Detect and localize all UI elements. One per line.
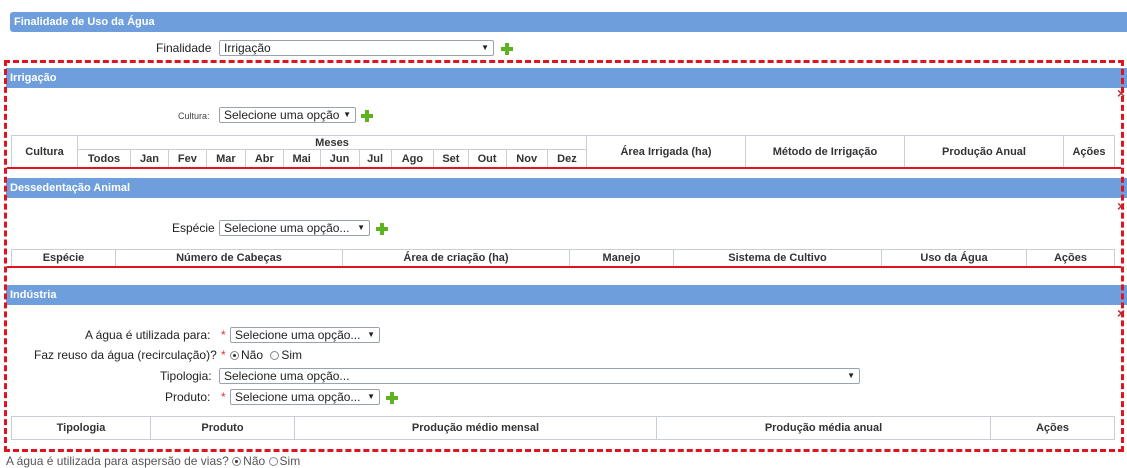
especie-select[interactable]: Selecione uma opção... ▼ <box>219 220 370 236</box>
col-acoes: Ações <box>990 416 1115 440</box>
col-metodo-irrigacao: Método de Irrigação <box>745 135 905 168</box>
required-mark: * <box>221 390 226 404</box>
add-produto-icon[interactable] <box>386 392 398 404</box>
irrigacao-table: Cultura Meses Área Irrigada (ha) Método … <box>11 135 1115 168</box>
produto-select-value: Selecione uma opção... <box>235 390 361 404</box>
industria-table: Tipologia Produto Produção médio mensal … <box>11 416 1115 440</box>
month-header: Out <box>467 149 507 168</box>
col-especie: Espécie <box>11 249 116 267</box>
reuso-sim-label: Sim <box>281 348 303 362</box>
col-meses: Meses <box>77 135 587 150</box>
dessedentacao-table: Espécie Número de Cabeças Área de criaçã… <box>11 249 1115 267</box>
cultura-select-value: Selecione uma opção <box>224 108 340 122</box>
month-header: Fev <box>167 149 207 168</box>
cultura-label: Cultura: <box>178 111 210 121</box>
finalidade-select-value: Irrigação <box>224 41 271 55</box>
reuso-nao-label: Não <box>241 348 264 362</box>
reuso-nao-radio[interactable] <box>230 351 239 360</box>
required-mark: * <box>221 328 226 342</box>
month-header: Dez <box>546 149 588 168</box>
add-cultura-icon[interactable] <box>361 110 373 122</box>
month-header: Set <box>433 149 469 168</box>
col-manejo: Manejo <box>569 249 674 267</box>
month-header: Ago <box>390 149 435 168</box>
reuso-sim-radio[interactable] <box>270 351 280 360</box>
col-producao-anual: Produção média anual <box>656 416 991 440</box>
cultura-select[interactable]: Selecione uma opção ▼ <box>219 107 356 123</box>
add-finalidade-icon[interactable] <box>501 43 513 55</box>
highlight-left-border <box>4 60 7 452</box>
month-header: Todos <box>77 149 131 168</box>
required-mark: * <box>221 348 226 362</box>
col-uso-agua: Uso da Água <box>881 249 1027 267</box>
irrigacao-header: Irrigação <box>6 68 1127 88</box>
highlight-divider <box>7 266 1121 268</box>
agua-utilizada-label: A água é utilizada para: <box>85 328 211 342</box>
month-header: Jan <box>130 149 169 168</box>
aspersao-sim-label: Sim <box>279 454 301 468</box>
col-tipologia: Tipologia <box>11 416 151 440</box>
chevron-down-icon: ▼ <box>481 43 489 52</box>
aspersao-label: A água é utilizada para aspersão de vias… <box>6 454 229 468</box>
col-acoes: Ações <box>1026 249 1115 267</box>
finalidade-select[interactable]: Irrigação ▼ <box>219 40 494 56</box>
col-area-irrigada: Área Irrigada (ha) <box>586 135 746 168</box>
chevron-down-icon: ▼ <box>367 330 375 339</box>
agua-utilizada-select-value: Selecione uma opção... <box>235 328 361 342</box>
chevron-down-icon: ▼ <box>847 371 855 380</box>
col-producao-anual: Produção Anual <box>904 135 1064 168</box>
highlight-top-border <box>4 60 1124 63</box>
month-header: Mai <box>282 149 321 168</box>
reuso-radio-group: Não Sim <box>230 348 302 362</box>
reuso-label: Faz reuso da água (recirculação)? <box>34 348 217 362</box>
dessedentacao-header: Dessedentação Animal <box>6 178 1127 198</box>
chevron-down-icon: ▼ <box>367 392 375 401</box>
chevron-down-icon: ▼ <box>357 223 365 232</box>
tipologia-select[interactable]: Selecione uma opção... ▼ <box>219 368 860 384</box>
especie-select-value: Selecione uma opção... <box>224 221 350 235</box>
col-cultura: Cultura <box>11 135 78 168</box>
month-header: Abr <box>244 149 284 168</box>
col-produto: Produto <box>150 416 295 440</box>
highlight-bottom-border <box>4 449 1124 452</box>
month-header: Nov <box>505 149 548 168</box>
col-acoes: Ações <box>1063 135 1115 168</box>
aspersao-nao-label: Não <box>243 454 266 468</box>
highlight-right-border <box>1121 60 1124 452</box>
finalidade-header: Finalidade de Uso da Água <box>10 12 1127 32</box>
month-header: Jul <box>358 149 392 168</box>
col-sistema-cultivo: Sistema de Cultivo <box>673 249 882 267</box>
tipologia-select-value: Selecione uma opção... <box>224 369 350 383</box>
add-especie-icon[interactable] <box>376 223 388 235</box>
col-area-criacao: Área de criação (ha) <box>342 249 570 267</box>
month-header: Mar <box>205 149 246 168</box>
tipologia-label: Tipologia: <box>160 369 212 383</box>
month-header: Jun <box>319 149 360 168</box>
col-producao-mensal: Produção médio mensal <box>294 416 657 440</box>
agua-utilizada-select[interactable]: Selecione uma opção... ▼ <box>230 327 380 343</box>
especie-label: Espécie <box>172 221 215 235</box>
produto-label: Produto: <box>165 390 211 404</box>
produto-select[interactable]: Selecione uma opção... ▼ <box>230 389 380 405</box>
chevron-down-icon: ▼ <box>343 110 351 119</box>
highlight-divider <box>7 167 1121 169</box>
industria-header: Indústria <box>6 285 1127 305</box>
col-numero-cabecas: Número de Cabeças <box>115 249 343 267</box>
aspersao-row: A água é utilizada para aspersão de vias… <box>6 454 300 468</box>
finalidade-label: Finalidade <box>156 41 212 55</box>
